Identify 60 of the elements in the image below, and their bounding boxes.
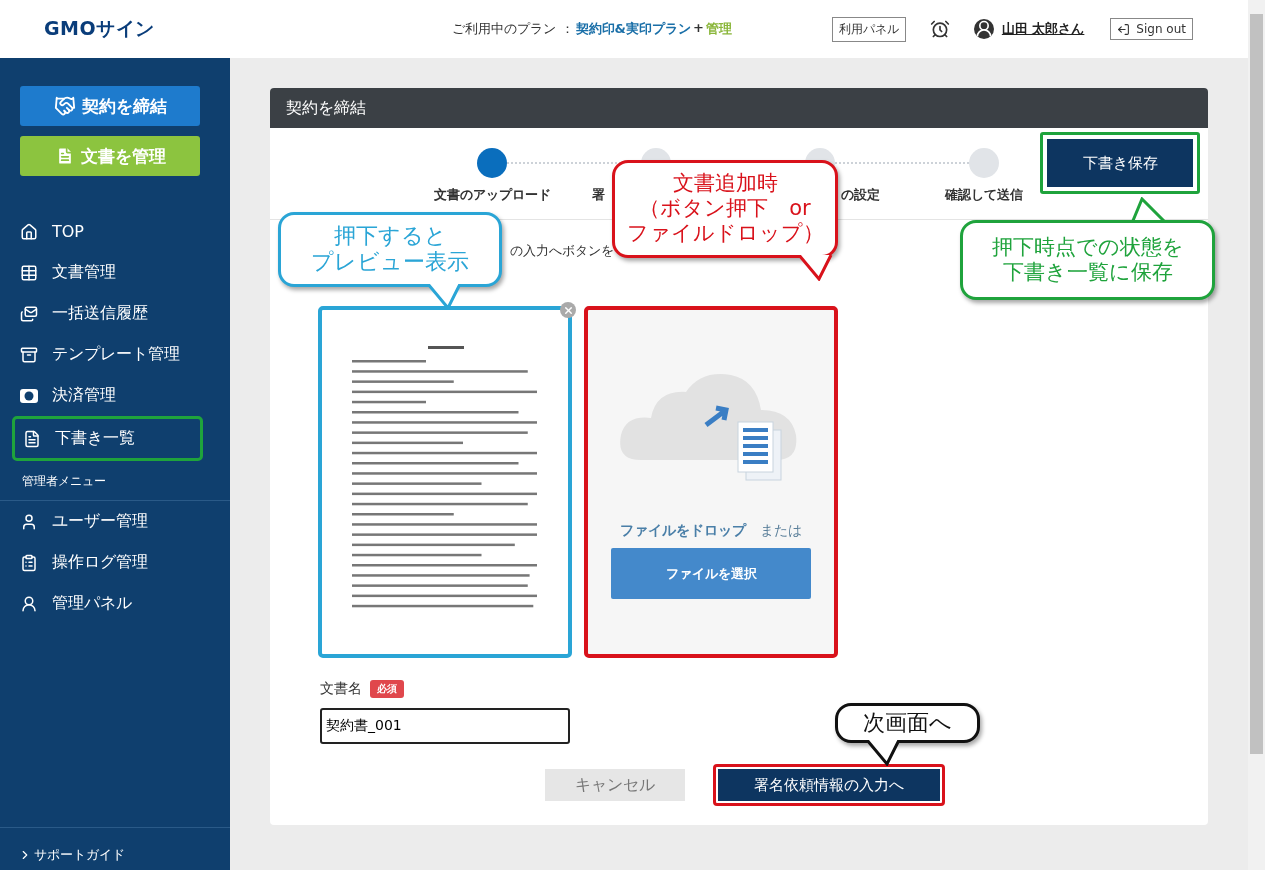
step-label: 署 — [591, 186, 605, 204]
user-icon — [20, 512, 38, 531]
sidebar-item-label: 操作ログ管理 — [52, 552, 148, 573]
user-icon — [973, 19, 994, 39]
sidebar-item[interactable]: 下書き一覧 — [12, 416, 203, 461]
document-name-field[interactable]: 契約書_001 — [320, 708, 570, 744]
next-button[interactable]: 署名依頼情報の入力へ — [718, 769, 940, 801]
plan-extra: 管理 — [705, 20, 732, 38]
card-icon — [20, 388, 38, 403]
sidebar-item-label: TOP — [52, 222, 84, 241]
plan-label: ご利用中のプラン ： — [452, 20, 574, 38]
callout: 文書追加時 （ボタン押下 or ファイルドロップ） — [612, 160, 838, 258]
step-label: 確認して送信 — [945, 186, 1023, 204]
sidebar-item[interactable]: ユーザー管理 — [0, 501, 230, 542]
sidebar-item[interactable]: 決済管理 — [0, 375, 230, 416]
logo[interactable]: GMOサイン — [44, 16, 155, 42]
sidebar-item[interactable]: テンプレート管理 — [0, 334, 230, 375]
panel-button[interactable]: 利用パネル — [831, 16, 906, 42]
sidebar-item[interactable]: TOP — [0, 211, 230, 252]
mail-icon — [20, 304, 38, 323]
sidebar-item[interactable]: 管理パネル — [0, 583, 230, 624]
sidebar-item[interactable]: 文書管理 — [0, 252, 230, 293]
contract-button[interactable]: 契約を締結 — [20, 86, 200, 126]
clipboard-icon — [20, 553, 38, 572]
upload-area[interactable]: ファイルをドロップ または ファイルを選択 — [584, 306, 838, 658]
alarm-clock-icon[interactable] — [929, 19, 950, 39]
home-icon — [20, 222, 38, 241]
sidebar-item-label: 管理パネル — [52, 593, 132, 614]
close-icon[interactable] — [560, 302, 576, 318]
document-name-label: 文書名 — [320, 680, 362, 698]
sidebar-item-label: 決済管理 — [52, 385, 116, 406]
tray-icon — [20, 345, 38, 364]
sidebar-item[interactable]: 操作ログ管理 — [0, 542, 230, 583]
cancel-button[interactable]: キャンセル — [545, 769, 685, 801]
sidebar-item-label: ユーザー管理 — [52, 511, 148, 532]
person-icon — [20, 594, 38, 613]
sidebar-item-label: 下書き一覧 — [55, 428, 135, 449]
sidebar-item-label: 一括送信履歴 — [52, 303, 148, 324]
sidebar-item-label: テンプレート管理 — [52, 344, 180, 365]
sidebar-item-label: 文書管理 — [52, 262, 116, 283]
callout: 押下時点での状態を 下書き一覧に保存 — [960, 220, 1215, 301]
required-badge: 必須 — [370, 680, 404, 698]
user-name-link[interactable]: 山田 太郎さん — [1001, 20, 1085, 38]
sign-out-icon — [1117, 22, 1131, 36]
or-text: または — [760, 522, 802, 540]
table-icon — [20, 263, 38, 282]
card-title: 契約を締結 — [270, 88, 1208, 128]
step-label: の設定 — [840, 186, 880, 204]
drop-text: ファイルをドロップ — [620, 522, 746, 540]
select-file-button[interactable]: ファイルを選択 — [611, 548, 811, 599]
plan-name: 契約印&実印プラン — [575, 20, 691, 38]
document-icon — [23, 429, 41, 448]
step-label: 文書のアップロード — [433, 186, 551, 204]
handshake-icon — [53, 95, 76, 117]
sign-out-button[interactable]: Sign out — [1110, 18, 1193, 40]
callout: 押下すると プレビュー表示 — [278, 212, 502, 287]
instruction-text: の入力へボタンを — [510, 243, 614, 258]
save-draft-button[interactable]: 下書き保存 — [1047, 139, 1193, 187]
sidebar-item[interactable]: 一括送信履歴 — [0, 293, 230, 334]
plan-plus: + — [692, 20, 704, 37]
